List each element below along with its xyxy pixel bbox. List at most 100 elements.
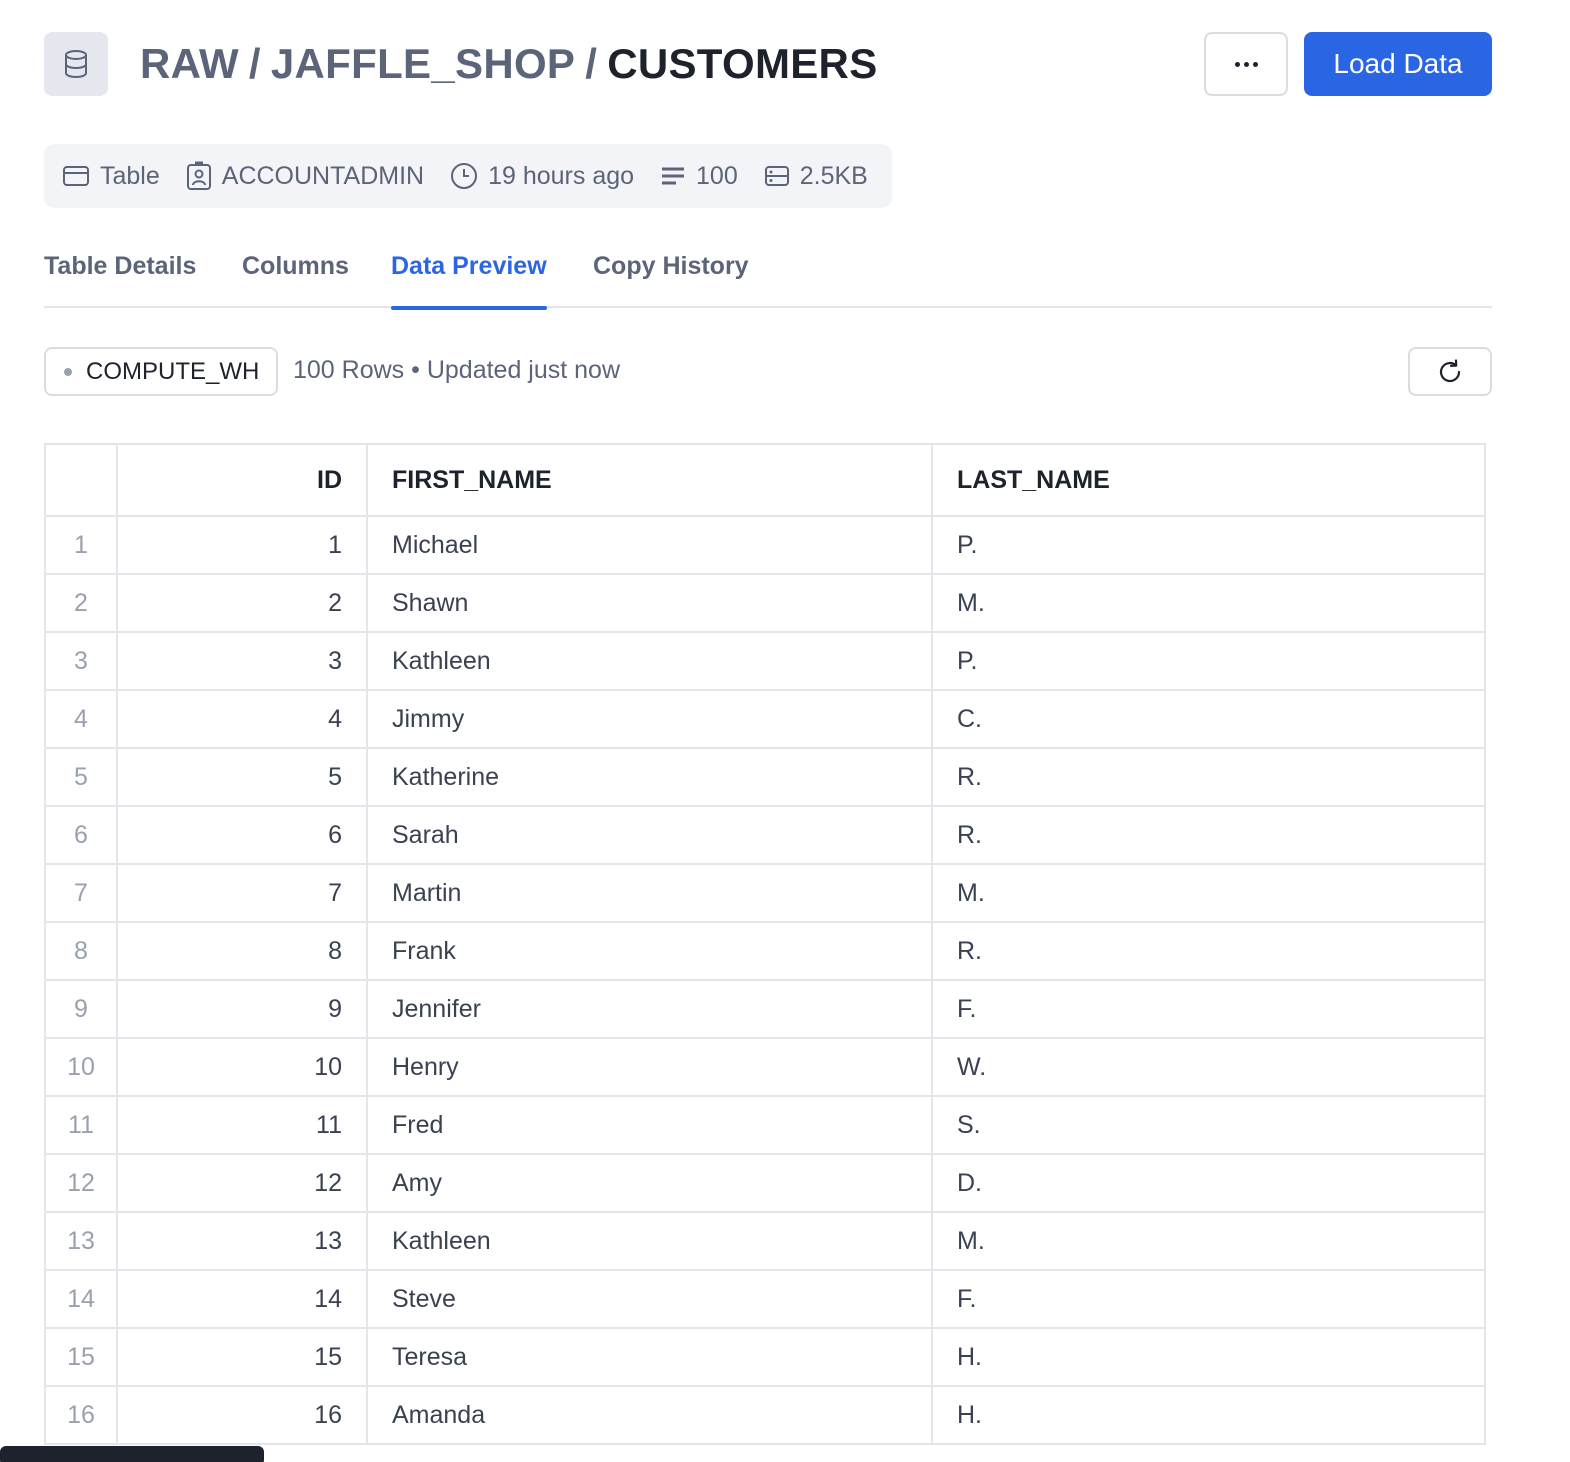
column-header-id[interactable]: ID [116,443,368,517]
more-options-button[interactable] [1204,32,1288,96]
cell-first-name: Jennifer [366,979,933,1039]
cell-last-name: M. [931,1211,1486,1271]
row-index: 6 [44,805,118,865]
cell-last-name: C. [931,689,1486,749]
more-dots-icon [1234,61,1240,67]
table-row[interactable]: 13 13 Kathleen M. [44,1211,1486,1271]
page-header: RAW / JAFFLE_SHOP / CUSTOMERS Load Data [44,32,1492,96]
object-metadata-bar: Table ACCOUNTADMIN 19 hours ago 100 2.5K… [44,144,892,208]
breadcrumb-jaffle-shop[interactable]: JAFFLE_SHOP [271,40,575,87]
cell-first-name: Katherine [366,747,933,807]
cell-id: 13 [116,1211,368,1271]
table-row[interactable]: 11 11 Fred S. [44,1095,1486,1155]
table-row[interactable]: 5 5 Katherine R. [44,747,1486,807]
row-index: 4 [44,689,118,749]
cell-last-name: M. [931,863,1486,923]
row-index: 3 [44,631,118,691]
meta-owner: ACCOUNTADMIN [186,161,424,191]
breadcrumb-separator: / [585,40,598,87]
table-row[interactable]: 1 1 Michael P. [44,515,1486,575]
cell-id: 11 [116,1095,368,1155]
row-index: 8 [44,921,118,981]
tab-data-preview[interactable]: Data Preview [391,252,547,310]
tab-copy-history[interactable]: Copy History [593,252,749,308]
breadcrumb-raw[interactable]: RAW [140,40,239,87]
cell-last-name: F. [931,1269,1486,1329]
row-count: 100 Rows [293,356,405,384]
more-dots-icon [1252,61,1258,67]
cell-id: 2 [116,573,368,633]
cell-first-name: Shawn [366,573,933,633]
warehouse-status-dot [64,367,72,376]
column-header-last-name[interactable]: LAST_NAME [931,443,1486,517]
cell-first-name: Teresa [366,1327,933,1387]
cell-id: 6 [116,805,368,865]
updated-status: Updated just now [426,356,621,384]
cell-id: 3 [116,631,368,691]
table-header-row: ID FIRST_NAME LAST_NAME [44,443,1486,517]
row-index: 15 [44,1327,118,1387]
cell-last-name: P. [931,515,1486,575]
row-index: 12 [44,1153,118,1213]
row-index: 16 [44,1385,118,1445]
row-index: 14 [44,1269,118,1329]
cell-first-name: Fred [366,1095,933,1155]
table-row[interactable]: 8 8 Frank R. [44,921,1486,981]
cell-id: 12 [116,1153,368,1213]
more-dots-icon [1243,61,1249,67]
table-row[interactable]: 15 15 Teresa H. [44,1327,1486,1387]
table-row[interactable]: 14 14 Steve F. [44,1269,1486,1329]
cell-first-name: Amy [366,1153,933,1213]
table-row[interactable]: 7 7 Martin M. [44,863,1486,923]
cell-last-name: P. [931,631,1486,691]
row-index: 9 [44,979,118,1039]
table-row[interactable]: 4 4 Jimmy C. [44,689,1486,749]
page-title: RAW / JAFFLE_SHOP / CUSTOMERS [140,40,878,88]
table-row[interactable]: 12 12 Amy D. [44,1153,1486,1213]
bullet-separator: • [411,356,420,384]
cell-last-name: R. [931,921,1486,981]
table-row[interactable]: 3 3 Kathleen P. [44,631,1486,691]
cell-first-name: Steve [366,1269,933,1329]
cell-id: 16 [116,1385,368,1445]
meta-size: 2.5KB [764,162,868,191]
cell-first-name: Kathleen [366,631,933,691]
warehouse-selector[interactable]: COMPUTE_WH [44,347,278,396]
cell-first-name: Martin [366,863,933,923]
cell-first-name: Amanda [366,1385,933,1445]
tab-columns[interactable]: Columns [242,252,349,308]
meta-updated: 19 hours ago [450,162,634,191]
clock-icon [451,163,478,189]
table-row[interactable]: 10 10 Henry W. [44,1037,1486,1097]
refresh-button[interactable] [1408,347,1492,396]
cell-id: 8 [116,921,368,981]
row-index: 5 [44,747,118,807]
data-preview-table: ID FIRST_NAME LAST_NAME 1 1 Michael P. 2 2 Sha… [44,443,1486,1445]
cell-last-name: R. [931,747,1486,807]
storage-icon [764,166,789,186]
breadcrumb-current: CUSTOMERS [607,40,878,87]
tab-table-details[interactable]: Table Details [44,252,196,308]
cell-first-name: Henry [366,1037,933,1097]
table-row[interactable]: 2 2 Shawn M. [44,573,1486,633]
cell-id: 1 [116,515,368,575]
table-row[interactable]: 9 9 Jennifer F. [44,979,1486,1039]
cell-last-name: F. [931,979,1486,1039]
refresh-icon [1439,358,1461,382]
row-index: 2 [44,573,118,633]
cell-id: 5 [116,747,368,807]
cell-last-name: M. [931,573,1486,633]
rows-icon [662,167,685,185]
cell-last-name: H. [931,1327,1486,1387]
table-row[interactable]: 6 6 Sarah R. [44,805,1486,865]
bottom-overlay-bar [0,1446,264,1462]
load-data-button[interactable]: Load Data [1304,32,1492,96]
column-header-first-name[interactable]: FIRST_NAME [366,443,933,517]
cell-id: 4 [116,689,368,749]
row-index: 7 [44,863,118,923]
user-badge-icon [186,161,211,190]
table-row[interactable]: 16 16 Amanda H. [44,1385,1486,1445]
preview-status: 100 Rows • Updated just now [293,356,620,385]
cell-id: 14 [116,1269,368,1329]
cell-id: 7 [116,863,368,923]
